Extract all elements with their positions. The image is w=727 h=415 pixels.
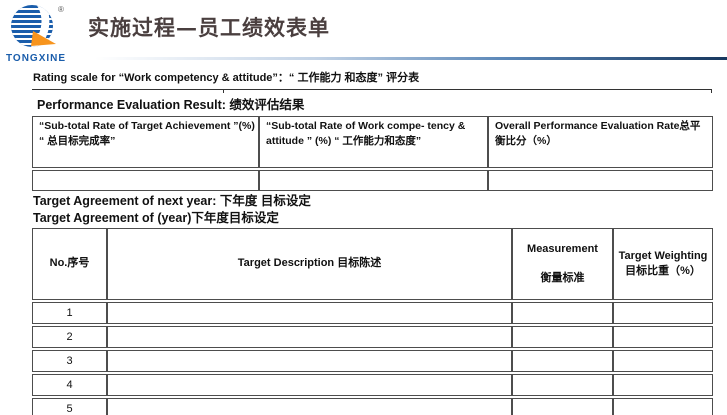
cell-weighting (613, 350, 713, 372)
company-logo: ® TONGXINE (6, 4, 84, 64)
table-row: 1 (32, 302, 713, 324)
cell-measurement (512, 302, 613, 324)
value-work-competency (259, 170, 488, 191)
header-weighting: Target Weighting 目标比重（%） (613, 228, 713, 300)
cell-weighting (613, 326, 713, 348)
title-underline-rule (95, 57, 727, 60)
cell-measurement (512, 326, 613, 348)
table-header-row: No.序号 Target Description 目标陈述 Measuremen… (32, 228, 713, 300)
performance-result-table: “Sub-total Rate of Target Achievement ”(… (32, 114, 713, 193)
cell-description (107, 374, 512, 396)
header-target-description: Target Description 目标陈述 (107, 228, 512, 300)
cell-weighting (613, 302, 713, 324)
cell-description (107, 302, 512, 324)
registered-mark: ® (58, 5, 64, 14)
header-weighting-en: Target Weighting (619, 250, 708, 262)
horizontal-rule (32, 89, 712, 90)
page-title: 实施过程—员工绩效表单 (88, 12, 330, 42)
header-target-achievement: “Sub-total Rate of Target Achievement ”(… (32, 116, 259, 168)
cell-description (107, 326, 512, 348)
header-measurement: Measurement 衡量标准 (512, 228, 613, 300)
logo-text: TONGXINE (6, 53, 84, 64)
table-row: 5 (32, 398, 713, 415)
globe-sail-logo-icon: ® (6, 4, 72, 50)
column-tick (223, 89, 224, 93)
cell-measurement (512, 398, 613, 415)
performance-result-heading: Performance Evaluation Result: 绩效评估结果 (37, 94, 304, 113)
table-row: 3 (32, 350, 713, 372)
table-value-row (32, 170, 713, 191)
table-header-row: “Sub-total Rate of Target Achievement ”(… (32, 116, 713, 168)
value-target-achievement (32, 170, 259, 191)
slide-page: ® TONGXINE 实施过程—员工绩效表单 Rating scale for … (0, 0, 727, 415)
header-weighting-cn: 目标比重（%） (618, 264, 708, 279)
table-row: 4 (32, 374, 713, 396)
header-work-competency: “Sub-total Rate of Work compe- tency & a… (259, 116, 488, 168)
cell-weighting (613, 374, 713, 396)
cell-measurement (512, 350, 613, 372)
header-measurement-en: Measurement (527, 243, 598, 255)
row-number: 1 (32, 302, 107, 324)
rating-scale-caption: Rating scale for “Work competency & atti… (33, 69, 419, 85)
row-number: 5 (32, 398, 107, 415)
table-row: 2 (32, 326, 713, 348)
header-measurement-cn: 衡量标准 (517, 271, 608, 286)
cell-description (107, 350, 512, 372)
row-number: 3 (32, 350, 107, 372)
cell-weighting (613, 398, 713, 415)
target-agreement-table: No.序号 Target Description 目标陈述 Measuremen… (32, 226, 713, 415)
cell-description (107, 398, 512, 415)
row-number: 4 (32, 374, 107, 396)
target-agreement-heading-2: Target Agreement of (year)下年度目标设定 (33, 207, 279, 226)
cell-measurement (512, 374, 613, 396)
row-number: 2 (32, 326, 107, 348)
header-overall-rate: Overall Performance Evaluation Rate总平衡比分… (488, 116, 713, 168)
value-overall-rate (488, 170, 713, 191)
column-tick (711, 89, 712, 93)
header-no: No.序号 (32, 228, 107, 300)
